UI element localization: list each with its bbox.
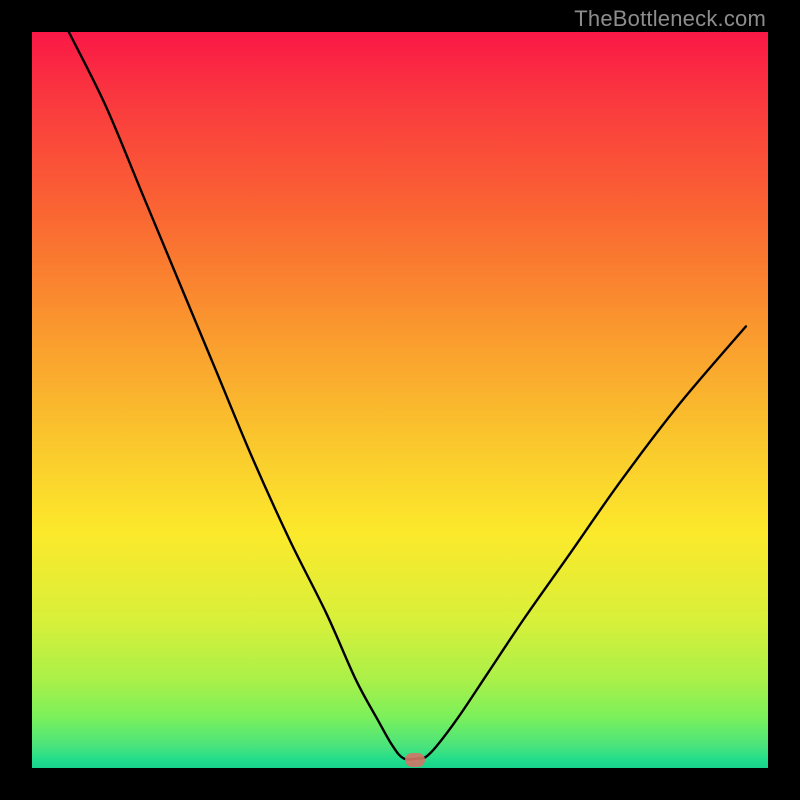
chart-frame: TheBottleneck.com xyxy=(0,0,800,800)
bottleneck-curve xyxy=(32,32,768,768)
watermark-text: TheBottleneck.com xyxy=(574,6,766,32)
minimum-marker xyxy=(405,753,425,767)
plot-area xyxy=(32,32,768,768)
